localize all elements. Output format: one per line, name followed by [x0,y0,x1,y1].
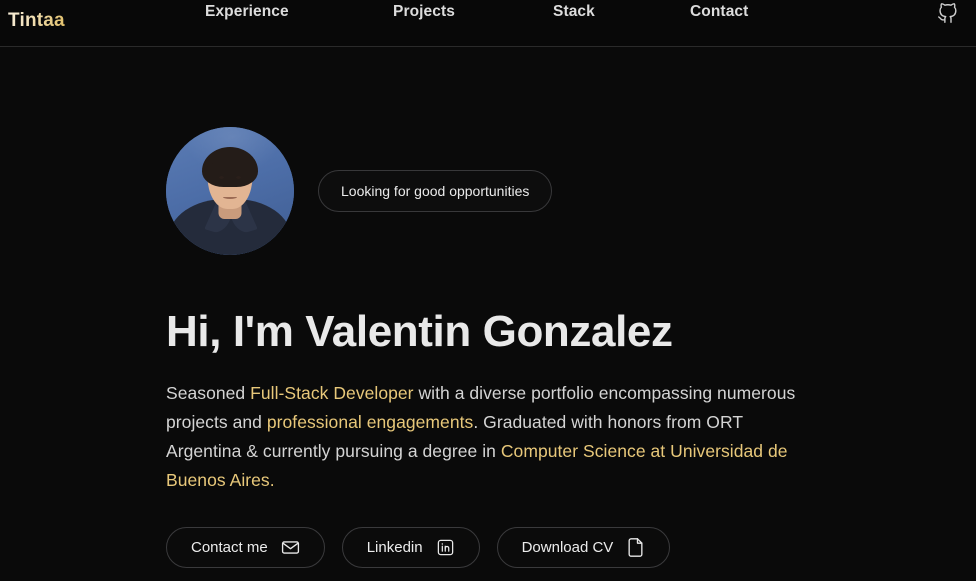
linkedin-label: Linkedin [366,539,423,557]
nav-links: Experience Projects Stack Contact [205,3,748,21]
page-title: Hi, I'm Valentin Gonzalez [166,307,673,356]
linkedin-button[interactable]: Linkedin [341,527,480,569]
nav-link-contact[interactable]: Contact [690,3,748,21]
hero-actions: Contact me Linkedin Download CV [166,527,976,569]
contact-me-label: Contact me [191,539,268,557]
avatar-photo [166,127,294,255]
bio-highlight-engagements: professional engagements [266,412,474,433]
avatar [166,127,294,255]
github-link[interactable] [936,2,958,24]
mail-icon [281,538,300,557]
nav-link-projects[interactable]: Projects [393,3,553,21]
brand-logo[interactable]: Tintaa [8,10,65,32]
linkedin-icon [436,538,455,557]
hero-section: Looking for good opportunities Hi, I'm V… [0,47,976,569]
status-badge: Looking for good opportunities [318,170,553,212]
page-root: Tintaa Experience Projects Stack Contact [0,0,976,581]
github-icon [937,2,958,24]
download-cv-button[interactable]: Download CV [496,527,671,569]
download-cv-label: Download CV [521,539,614,557]
nav-link-stack[interactable]: Stack [553,3,690,21]
bio-highlight-role: Full-Stack Developer [250,383,414,404]
top-navbar: Tintaa Experience Projects Stack Contact [0,0,976,47]
nav-link-experience[interactable]: Experience [205,3,393,21]
file-document-icon [626,537,645,558]
bio-text-1: Seasoned [166,383,251,404]
bio-paragraph: Seasoned Full-Stack Developer with a div… [166,379,798,495]
hero-top-row: Looking for good opportunities [166,47,976,255]
contact-me-button[interactable]: Contact me [166,527,325,569]
